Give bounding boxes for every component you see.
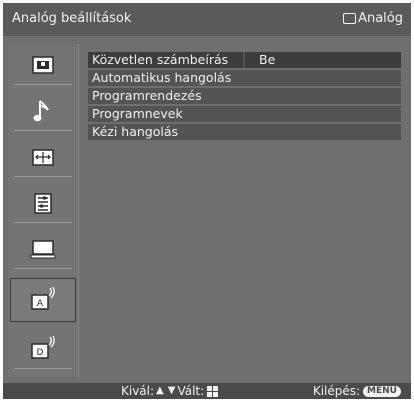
analog-letter: A [37, 299, 44, 309]
input-source-indicator: Analóg [343, 11, 403, 26]
navigation-hint: Kivál: ▲ ▼ Vált: [121, 383, 219, 399]
digital-letter: D [37, 348, 44, 358]
menu-item-direct-entry[interactable]: Közvetlen számbeírás Be [88, 52, 401, 68]
switch-hint-label: Vált: [177, 384, 205, 398]
analog-settings-screen: Analóg beállítások Analóg A D Közvetlen … [3, 3, 411, 399]
menu-button-icon: MENU [363, 385, 401, 397]
setup-list-icon [34, 193, 52, 214]
sidebar-item-digital[interactable]: D [14, 330, 72, 369]
arrow-up-icon: ▲ [156, 385, 164, 396]
page-title: Analóg beállítások [12, 11, 132, 26]
settings-menu: Közvetlen számbeírás Be Automatikus hang… [88, 52, 401, 142]
help-footer: Kivál: ▲ ▼ Vált: Kilépés: MENU [3, 383, 411, 399]
enter-plus-icon [207, 385, 219, 397]
sidebar-item-setup[interactable] [14, 184, 72, 223]
sound-note-icon [33, 100, 49, 122]
title-bar: Analóg beállítások Analóg [3, 3, 411, 36]
menu-item-label: Programnevek [92, 106, 183, 121]
menu-item-label: Kézi hangolás [92, 124, 179, 139]
menu-item-value[interactable]: Be [259, 52, 275, 68]
select-hint-label: Kivál: [121, 384, 155, 398]
exit-hint: Kilépés: MENU [313, 383, 401, 399]
sidebar-item-sound[interactable] [14, 92, 72, 131]
sidebar-item-screen[interactable] [14, 138, 72, 177]
menu-item-program-sorting[interactable]: Programrendezés [88, 88, 401, 104]
menu-item-label: Automatikus hangolás [92, 70, 232, 85]
category-sidebar: A D [8, 44, 79, 377]
menu-item-label: Közvetlen számbeírás [92, 52, 229, 67]
menu-item-auto-tuning[interactable]: Automatikus hangolás [88, 70, 401, 86]
tv-screen-icon [343, 13, 357, 24]
sidebar-item-pc[interactable] [14, 230, 72, 269]
exit-hint-label: Kilépés: [312, 384, 361, 398]
analog-antenna-icon: A [31, 287, 55, 310]
digital-antenna-icon: D [31, 336, 55, 359]
arrow-down-icon: ▼ [167, 385, 176, 396]
sidebar-item-picture[interactable] [14, 46, 72, 85]
sidebar-item-analog[interactable]: A [10, 278, 76, 322]
menu-item-label: Programrendezés [92, 88, 202, 103]
screen-settings-icon [32, 149, 54, 166]
menu-item-manual-tuning[interactable]: Kézi hangolás [88, 124, 401, 140]
pc-monitor-icon [30, 240, 56, 259]
input-source-label: Analóg [358, 11, 403, 26]
picture-icon [32, 56, 54, 74]
menu-item-program-names[interactable]: Programnevek [88, 106, 401, 122]
